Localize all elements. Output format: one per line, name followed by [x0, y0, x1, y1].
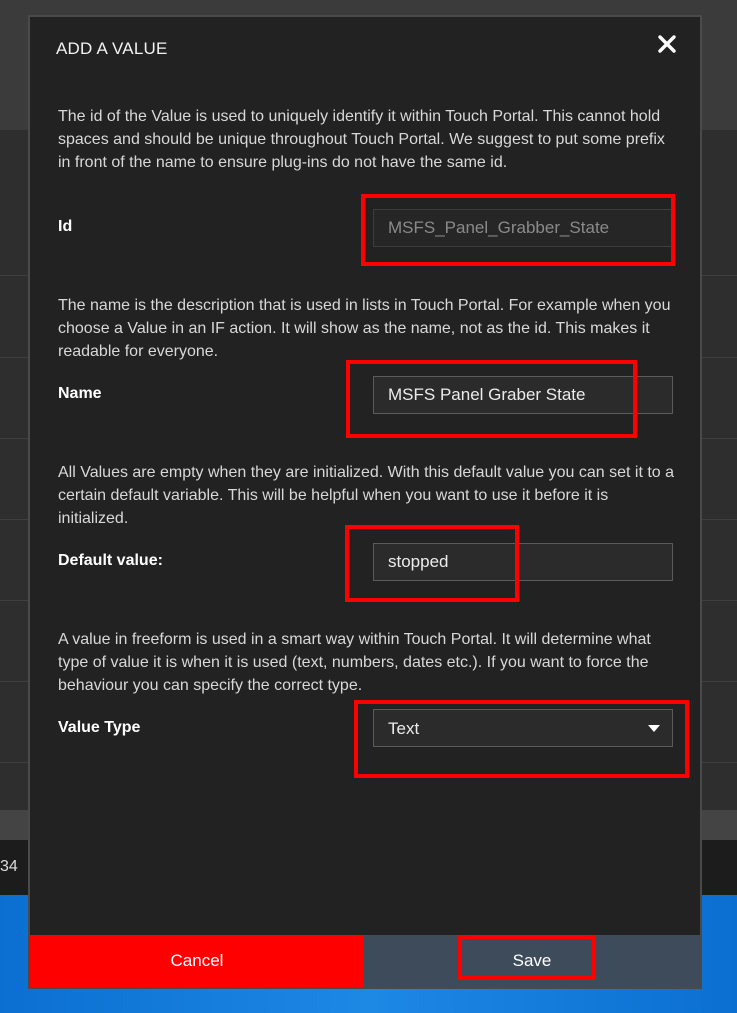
background-strip-text: 34 — [0, 858, 18, 875]
id-input[interactable] — [373, 209, 673, 247]
value-type-selected: Text — [388, 719, 420, 738]
value-type-description: A value in freeform is used in a smart w… — [58, 631, 651, 694]
value-type-select[interactable]: Text — [373, 709, 673, 747]
chevron-down-icon — [648, 725, 660, 732]
default-value-description: All Values are empty when they are initi… — [58, 464, 675, 527]
dialog-title: ADD A VALUE — [56, 39, 168, 58]
value-type-label: Value Type — [58, 719, 141, 736]
id-label: Id — [58, 218, 73, 235]
close-icon[interactable] — [658, 35, 680, 57]
save-button[interactable]: Save — [364, 935, 700, 987]
add-value-dialog: ADD A VALUE The id of the Value is used … — [28, 15, 702, 989]
id-description: The id of the Value is used to uniquely … — [58, 108, 665, 171]
default-value-label: Default value: — [58, 552, 163, 569]
name-description: The name is the description that is used… — [58, 297, 671, 360]
default-value-input[interactable] — [373, 543, 673, 581]
name-label: Name — [58, 385, 102, 402]
dialog-footer: Cancel Save — [30, 935, 700, 987]
cancel-button[interactable]: Cancel — [30, 935, 364, 987]
name-input[interactable] — [373, 376, 673, 414]
